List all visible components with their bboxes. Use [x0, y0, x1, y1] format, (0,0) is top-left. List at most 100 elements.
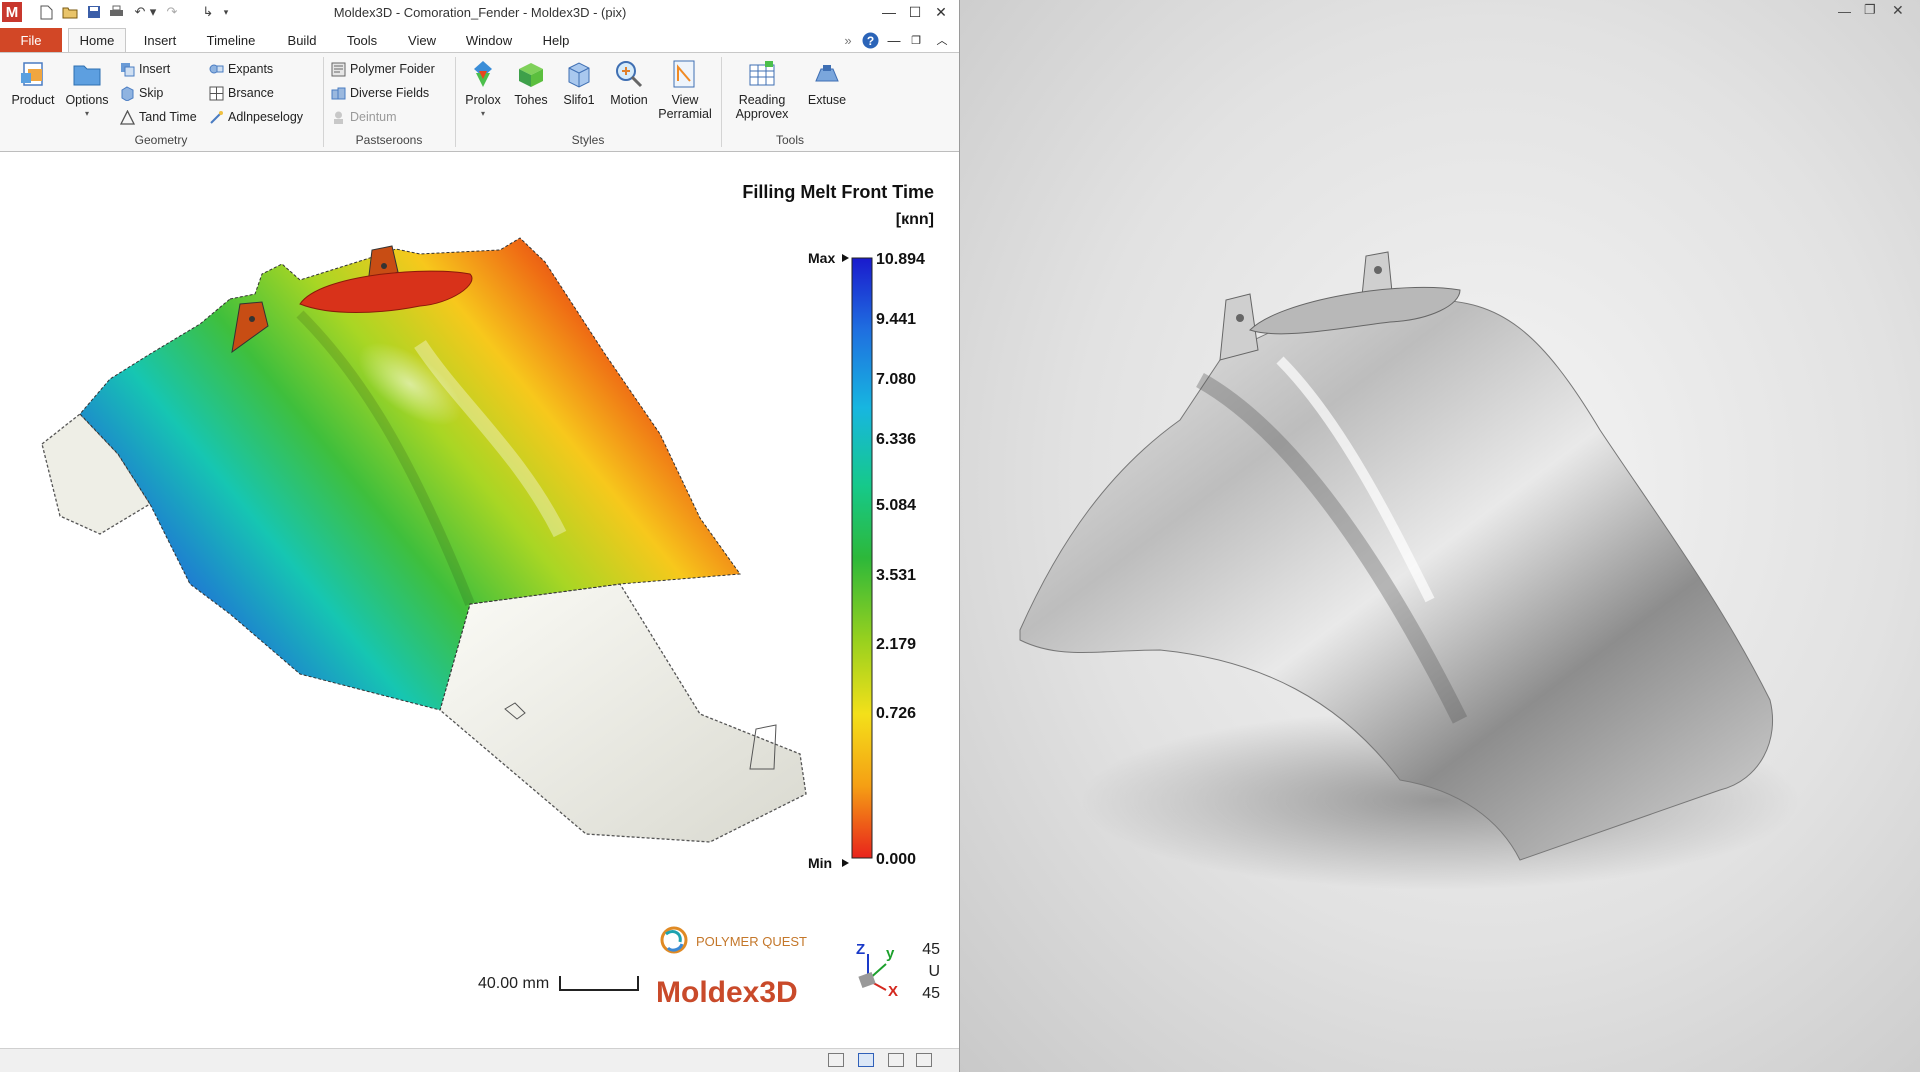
- diverse-fields-label: Diverse Fields: [350, 86, 430, 100]
- tab-file[interactable]: File: [0, 28, 62, 52]
- skip-label: Skip: [139, 86, 164, 100]
- collapse-ribbon-icon[interactable]: ︿: [934, 28, 950, 52]
- ribbon-tabs: File Home Insert Timeline Build Tools Vi…: [0, 28, 959, 52]
- ribbon-minimize-icon[interactable]: —: [886, 28, 902, 52]
- legend-title: Filling Melt Front Time: [742, 182, 934, 202]
- scale-bar: [559, 976, 639, 991]
- product-icon: [21, 62, 43, 86]
- brsance-label: Brsance: [228, 86, 274, 100]
- moldex3d-logo-text: Moldex3D: [656, 976, 798, 1009]
- minimize-icon[interactable]: —: [878, 2, 900, 22]
- legend-max-arrow: [842, 254, 849, 262]
- view-perramial-button[interactable]: View Perramial: [656, 59, 714, 121]
- legend-color-bar: [851, 257, 873, 859]
- legend-value-7: 0.726: [876, 705, 916, 722]
- bolt-hole: [381, 263, 387, 269]
- triangle-icon: [120, 109, 135, 125]
- tab-help[interactable]: Help: [534, 28, 578, 52]
- product-label: Product: [11, 93, 55, 107]
- diverse-fields-button[interactable]: Diverse Fields: [331, 83, 429, 103]
- tab-home[interactable]: Home: [68, 28, 126, 52]
- layout-print-icon[interactable]: [916, 1053, 932, 1067]
- close-icon[interactable]: ✕: [930, 2, 952, 22]
- reading-grid-icon: [749, 61, 775, 86]
- reading-approvex-button[interactable]: Reading Approvex: [726, 59, 798, 121]
- slifo1-button[interactable]: Slifo1: [556, 59, 602, 107]
- triad-y: y: [886, 945, 895, 962]
- product-button[interactable]: Product: [8, 59, 58, 107]
- tab-window[interactable]: Window: [460, 28, 518, 52]
- photo-restore-icon[interactable]: ❐: [1864, 2, 1876, 18]
- photo-minimize-icon[interactable]: —: [1838, 4, 1851, 19]
- brsance-button[interactable]: Brsance: [209, 83, 274, 103]
- options-label: Options: [65, 93, 109, 107]
- extuse-button[interactable]: Extuse: [800, 59, 854, 107]
- tab-build[interactable]: Build: [280, 28, 324, 52]
- tab-tools[interactable]: Tools: [340, 28, 384, 52]
- view-perramial-label: View Perramial: [658, 93, 712, 121]
- polymer-quest-logo: POLYMER QUEST: [660, 926, 807, 954]
- layout-list-icon[interactable]: [888, 1053, 904, 1067]
- legend-values: 10.894 9.441 7.080 6.336 5.084 3.531 2.179 0.72…: [876, 251, 925, 868]
- magnifier-icon: [616, 61, 643, 88]
- ribbon-restore-icon[interactable]: ❐: [908, 28, 924, 52]
- extuse-icon: [815, 65, 839, 82]
- layout-split-icon[interactable]: [828, 1053, 844, 1067]
- maximize-icon[interactable]: ☐: [904, 2, 926, 22]
- prolox-dropdown-icon: ▾: [480, 109, 485, 118]
- model-viewport[interactable]: Filling Melt Front Time [кnn] Max Min 10…: [0, 154, 959, 1048]
- group-label-tools: Tools: [775, 133, 804, 147]
- expants-button[interactable]: Expants: [209, 59, 273, 79]
- group-label-geometry: Geometry: [134, 133, 188, 147]
- polymer-folder-label: Polymer Foider: [350, 62, 435, 76]
- deintum-button[interactable]: Deintum: [331, 107, 397, 127]
- polymer-folder-icon: [331, 62, 346, 76]
- insert-label: Insert: [139, 62, 171, 76]
- ribbon-overflow-icon[interactable]: »: [840, 28, 856, 52]
- legend-value-4: 5.084: [876, 497, 916, 514]
- fender-model-render: Filling Melt Front Time [кnn] Max Min 10…: [41, 182, 940, 1009]
- layout-single-icon[interactable]: [858, 1053, 874, 1067]
- options-button[interactable]: Options ▾: [60, 59, 114, 121]
- moldex3d-window: M ↶ ▾ ↷ ↳ ▾ Moldex3D - Comoration_Fender…: [0, 0, 960, 1072]
- legend-value-8: 0.000: [876, 851, 916, 868]
- group-label-styles: Styles: [571, 133, 605, 147]
- tab-view[interactable]: View: [400, 28, 444, 52]
- title-bar: M ↶ ▾ ↷ ↳ ▾ Moldex3D - Comoration_Fender…: [0, 0, 959, 26]
- deintum-icon: [334, 111, 343, 124]
- polymer-folder-button[interactable]: Polymer Foider: [331, 59, 435, 79]
- photo-close-icon[interactable]: ✕: [1892, 2, 1904, 19]
- extuse-label: Extuse: [807, 93, 847, 107]
- window-title: Moldex3D - Comoration_Fender - Moldex3D …: [333, 5, 627, 20]
- fender-mount-bracket: [1219, 293, 1259, 361]
- status-bar: [0, 1048, 959, 1072]
- bolt-hole: [1236, 314, 1244, 322]
- tab-insert[interactable]: Insert: [138, 28, 182, 52]
- folder-icon: [73, 65, 101, 86]
- adlnpeselogy-button[interactable]: Adlnpeselogy: [209, 107, 303, 127]
- legend-min-arrow: [842, 859, 849, 867]
- grid-icon: [209, 86, 224, 100]
- prolox-button[interactable]: Prolox ▾: [458, 59, 508, 121]
- legend-value-0: 10.894: [876, 251, 925, 268]
- motion-label: Motion: [610, 93, 648, 107]
- slifo1-icon: [568, 62, 590, 88]
- motion-button[interactable]: Motion: [604, 59, 654, 107]
- skip-button[interactable]: Skip: [120, 83, 163, 103]
- view-icon: [673, 60, 695, 88]
- view-angle-1: 45: [922, 941, 940, 958]
- help-icon[interactable]: ?: [861, 28, 879, 52]
- group-label-pasteroom: Pastseroons: [355, 133, 423, 147]
- tohes-button[interactable]: Tohes: [508, 59, 554, 107]
- options-dropdown-icon: ▾: [84, 109, 89, 118]
- expants-icon: [209, 64, 224, 73]
- scale-bar-label: 40.00 mm: [478, 975, 549, 992]
- tab-timeline[interactable]: Timeline: [198, 28, 264, 52]
- tohes-icon: [519, 63, 543, 87]
- legend-value-6: 2.179: [876, 636, 916, 653]
- product-photo-panel: — ❐ ✕: [960, 0, 1920, 1072]
- adlnpeselogy-label: Adlnpeselogy: [228, 110, 304, 124]
- tand-time-button[interactable]: Tand Time: [120, 107, 197, 127]
- insert-button[interactable]: Insert: [120, 59, 170, 79]
- insert-icon: [121, 62, 135, 76]
